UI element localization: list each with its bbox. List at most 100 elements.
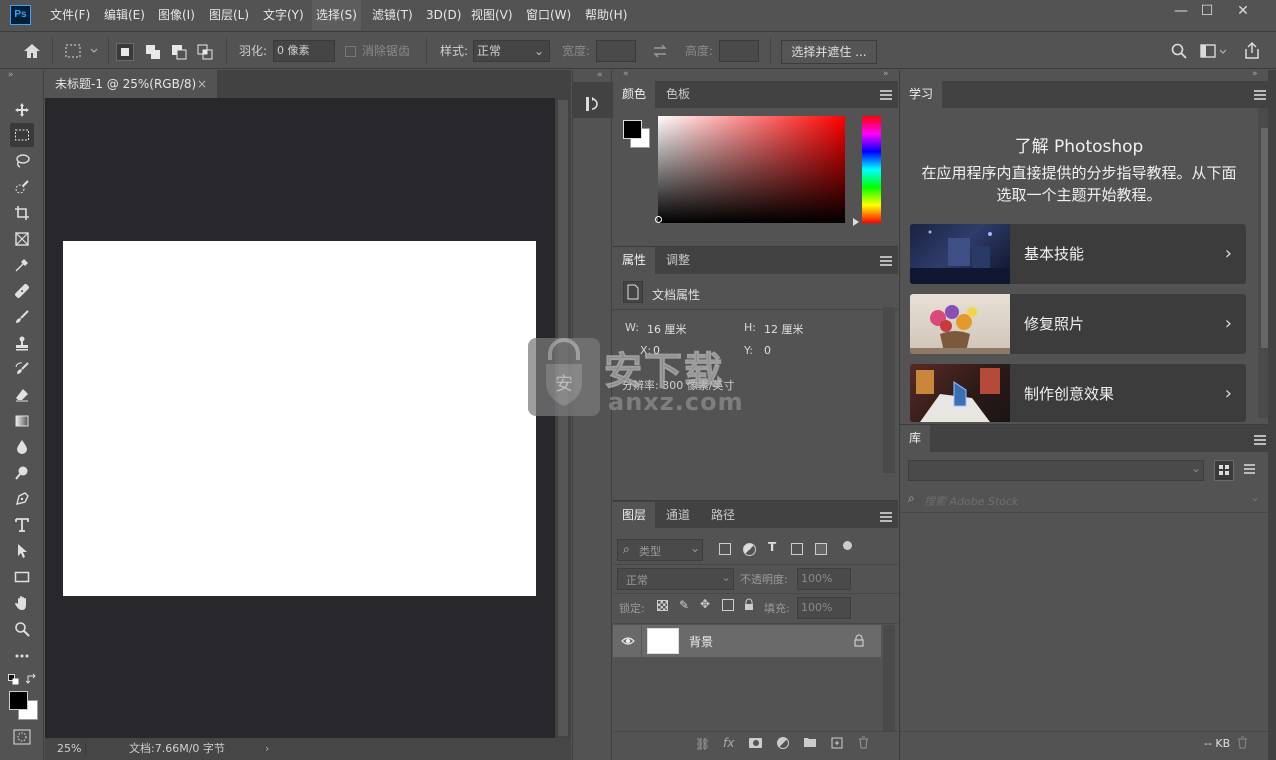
search-icon[interactable] — [1170, 42, 1188, 60]
stock-search-field[interactable]: ⌕ 搜索 Adobe Stock ⌄ — [900, 487, 1276, 513]
width-value[interactable]: 16 厘米 — [647, 321, 687, 337]
lock-all-icon[interactable] — [744, 598, 754, 611]
document-tab[interactable]: 未标题-1 @ 25%(RGB/8) × — [45, 70, 217, 98]
healing-brush-tool-icon[interactable] — [10, 279, 34, 303]
layer-style-fx-icon[interactable]: fx — [723, 736, 734, 750]
layer-name[interactable]: 背景 — [689, 633, 713, 650]
delete-layer-trash-icon[interactable] — [858, 736, 869, 749]
width-input[interactable] — [596, 40, 636, 62]
menu-edit[interactable]: 编辑(E) — [100, 0, 149, 30]
hue-slider[interactable] — [862, 116, 881, 223]
path-selection-tool-icon[interactable] — [10, 539, 34, 563]
eyedropper-tool-icon[interactable] — [10, 253, 34, 277]
lasso-tool-icon[interactable] — [10, 149, 34, 173]
list-view-icon[interactable] — [1240, 460, 1260, 481]
feather-input[interactable]: 0 像素 — [273, 40, 335, 62]
layer-row[interactable]: 背景 — [613, 625, 881, 657]
add-mask-icon[interactable] — [749, 738, 762, 748]
type-tool-icon[interactable] — [10, 513, 34, 537]
select-and-mask-button[interactable]: 选择并遮住 ... — [781, 40, 877, 64]
menu-layer[interactable]: 图层(L) — [205, 0, 253, 30]
layers-scrollbar[interactable] — [883, 625, 895, 731]
fill-input[interactable]: 100% — [797, 597, 851, 619]
layer-filter-select[interactable]: ⌕ 类型 ⌄ — [617, 539, 703, 561]
lock-artboard-icon[interactable] — [722, 599, 734, 611]
close-window-button[interactable]: ✕ — [1226, 0, 1260, 22]
grid-view-icon[interactable] — [1214, 460, 1234, 481]
filter-pixel-icon[interactable] — [719, 543, 731, 555]
properties-scrollbar[interactable] — [883, 307, 895, 473]
style-select[interactable]: 正常 ⌄ — [473, 40, 550, 62]
panel-menu-icon[interactable] — [880, 90, 892, 100]
tab-adjustments[interactable]: 调整 — [657, 247, 699, 274]
new-selection-mode-icon[interactable] — [116, 43, 134, 61]
subtract-selection-mode-icon[interactable] — [170, 43, 188, 61]
delete-trash-icon[interactable] — [1237, 736, 1248, 749]
menu-filter[interactable]: 滤镜(T) — [368, 0, 417, 30]
expand-dock-icon[interactable]: « — [597, 70, 603, 80]
tab-library[interactable]: 库 — [900, 425, 931, 452]
swap-dimensions-icon[interactable] — [652, 43, 668, 59]
filter-type-icon[interactable]: T — [768, 540, 776, 554]
swap-colors-icon[interactable] — [25, 673, 38, 685]
menu-help[interactable]: 帮助(H) — [581, 0, 631, 30]
tab-swatches[interactable]: 色板 — [657, 81, 699, 108]
new-adjustment-layer-icon[interactable] — [777, 737, 789, 749]
tab-learn[interactable]: 学习 — [900, 81, 943, 108]
color-foreground-swatch[interactable] — [623, 120, 642, 139]
new-layer-icon[interactable] — [831, 736, 843, 749]
color-field[interactable] — [658, 116, 845, 223]
crop-tool-icon[interactable] — [10, 201, 34, 225]
blend-mode-select[interactable]: 正常 ⌄ — [617, 568, 734, 590]
tutorial-card[interactable]: 基本技能 › — [910, 224, 1246, 284]
gradient-tool-icon[interactable] — [10, 409, 34, 433]
collapse-panel-icon[interactable]: « — [623, 69, 629, 79]
tab-color[interactable]: 颜色 — [613, 81, 656, 108]
menu-view[interactable]: 视图(V) — [467, 0, 517, 30]
layer-visibility-eye-icon[interactable] — [621, 634, 635, 648]
new-group-folder-icon[interactable] — [803, 737, 817, 748]
filter-shape-icon[interactable] — [791, 543, 803, 555]
foreground-color-swatch[interactable] — [9, 691, 28, 710]
rectangular-marquee-tool-icon[interactable] — [10, 123, 34, 147]
quick-mask-icon[interactable] — [13, 729, 31, 745]
lock-image-icon[interactable]: ✎ — [679, 598, 689, 612]
history-panel-icon[interactable] — [585, 95, 603, 113]
filter-smart-object-icon[interactable] — [815, 543, 827, 555]
dodge-tool-icon[interactable] — [10, 461, 34, 485]
menu-window[interactable]: 窗口(W) — [522, 0, 575, 30]
library-select[interactable]: ⌄ — [908, 460, 1204, 481]
tab-properties[interactable]: 属性 — [613, 247, 656, 274]
brush-tool-icon[interactable] — [10, 305, 34, 329]
lock-position-icon[interactable]: ✥ — [700, 597, 710, 611]
menu-select[interactable]: 选择(S) — [312, 0, 361, 30]
lock-transparent-icon[interactable] — [657, 600, 668, 611]
default-colors-icon[interactable] — [8, 674, 20, 686]
close-document-button[interactable]: × — [197, 70, 207, 98]
tutorial-card[interactable]: 修复照片 › — [910, 294, 1246, 354]
collapse-toolbar-icon[interactable]: » — [8, 70, 14, 80]
history-brush-tool-icon[interactable] — [10, 357, 34, 381]
filter-adjustment-icon[interactable] — [743, 543, 756, 556]
menu-file[interactable]: 文件(F) — [46, 0, 94, 30]
document-canvas[interactable] — [63, 241, 536, 596]
panel-menu-icon[interactable] — [880, 256, 892, 266]
filter-toggle-icon[interactable] — [843, 541, 852, 550]
frame-tool-icon[interactable] — [10, 227, 34, 251]
blur-tool-icon[interactable] — [10, 435, 34, 459]
panel-menu-icon[interactable] — [880, 512, 892, 522]
tab-channels[interactable]: 通道 — [657, 502, 699, 529]
hand-tool-icon[interactable] — [10, 591, 34, 615]
canvas-vertical-scrollbar[interactable] — [555, 98, 571, 738]
more-tools-icon[interactable] — [10, 644, 34, 668]
home-icon[interactable] — [22, 42, 42, 60]
intersect-selection-mode-icon[interactable] — [196, 43, 214, 61]
move-tool-icon[interactable] — [10, 98, 34, 122]
rectangle-tool-icon[interactable] — [10, 565, 34, 589]
expand-panel-icon[interactable]: » — [1252, 69, 1258, 79]
opacity-input[interactable]: 100% — [797, 568, 851, 590]
eraser-tool-icon[interactable] — [10, 383, 34, 407]
clone-stamp-tool-icon[interactable] — [10, 331, 34, 355]
menu-type[interactable]: 文字(Y) — [259, 0, 308, 30]
status-menu-arrow[interactable]: › — [265, 738, 269, 760]
